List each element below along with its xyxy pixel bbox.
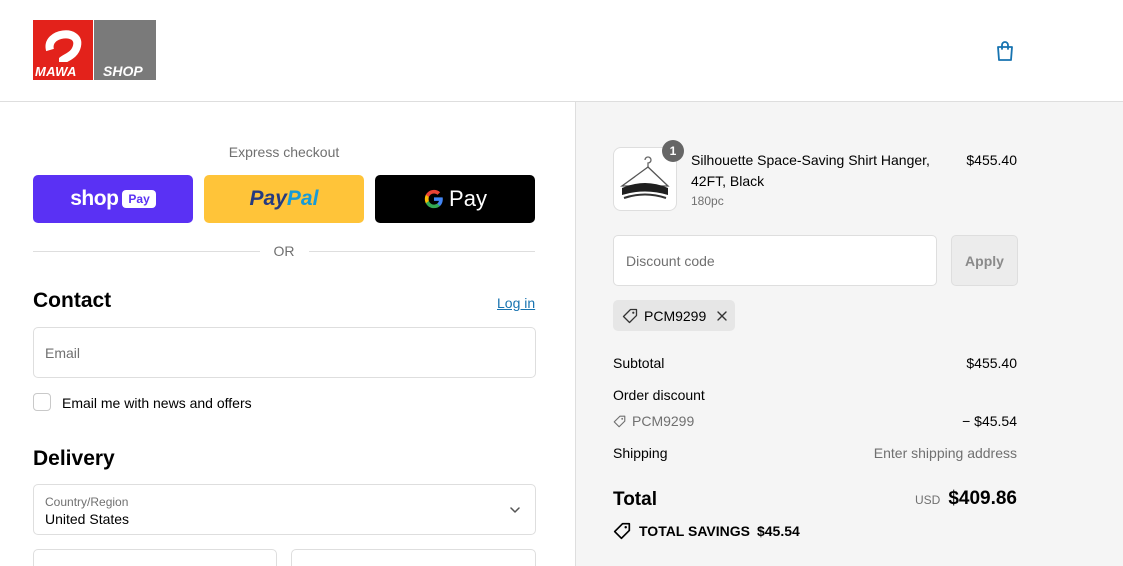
order-discount-code-row: PCM9299 [613, 413, 694, 429]
google-g-icon [424, 189, 443, 209]
apply-discount-button[interactable]: Apply [951, 235, 1018, 286]
total-label: Total [613, 489, 657, 510]
shopping-bag-icon[interactable] [993, 39, 1017, 63]
applied-discount-code: PCM9299 [644, 307, 707, 324]
first-name-field[interactable] [33, 549, 277, 566]
header: MAWA SHOP [0, 0, 1123, 102]
paypal-wordmark-pay: Pay [249, 187, 287, 210]
tag-icon [613, 522, 631, 540]
tag-icon [622, 308, 638, 323]
last-name-field[interactable] [291, 549, 536, 566]
paypal-wordmark-pal: Pal [286, 187, 319, 210]
email-placeholder: Email [45, 345, 81, 361]
order-discount-label: Order discount [613, 387, 705, 403]
shop-pay-wordmark: shop [70, 187, 119, 210]
discount-code-input[interactable]: Discount code [613, 235, 937, 286]
country-select[interactable]: Country/Region United States [33, 484, 536, 535]
country-value: United States [45, 511, 130, 527]
mawa-shop-logo[interactable]: MAWA SHOP [33, 20, 156, 80]
logo-text-mawa: MAWA [35, 64, 77, 79]
logo-text-shop: SHOP [103, 63, 143, 79]
product-variant: 180pc [691, 194, 724, 208]
order-summary: 1 Silhouette Space-Saving Shirt Hanger, … [575, 102, 1123, 566]
shop-pay-button[interactable]: shop Pay [33, 175, 193, 223]
close-icon[interactable] [716, 310, 728, 322]
checkout-form: Express checkout shop Pay PayPal Pay OR … [0, 102, 575, 566]
paypal-button[interactable]: PayPal [204, 175, 364, 223]
google-pay-button[interactable]: Pay [375, 175, 535, 223]
contact-title: Contact [33, 289, 112, 312]
divider-line [308, 250, 535, 252]
country-label: Country/Region [45, 495, 129, 509]
product-name: Silhouette Space-Saving Shirt Hanger, 42… [691, 152, 930, 189]
subtotal-value: $455.40 [966, 355, 1017, 371]
google-pay-wordmark: Pay [449, 186, 487, 211]
login-link[interactable]: Log in [497, 295, 535, 311]
savings-amount: $45.54 [756, 523, 800, 539]
order-discount-value: − $45.54 [962, 413, 1017, 429]
discount-placeholder: Discount code [626, 253, 715, 269]
logo-mark: MAWA [33, 20, 93, 80]
shipping-label: Shipping [613, 445, 668, 461]
subtotal-label: Subtotal [613, 355, 665, 371]
or-divider: OR [33, 242, 535, 260]
total-amount: $409.86 [948, 488, 1017, 509]
delivery-title: Delivery [33, 447, 115, 470]
newsletter-label: Email me with news and offers [62, 395, 252, 411]
quantity-badge: 1 [662, 140, 684, 162]
total-savings: TOTAL SAVINGS $45.54 [613, 522, 800, 540]
order-discount-code: PCM9299 [632, 413, 695, 429]
total-value-group: USD $409.86 [915, 488, 1017, 510]
divider-line [33, 250, 260, 252]
shop-pay-pill: Pay [122, 190, 156, 208]
logo-shop-block: SHOP [94, 20, 156, 80]
paypal-wordmark: PayPal [250, 187, 319, 211]
email-field[interactable]: Email [33, 327, 536, 378]
or-text: OR [273, 243, 295, 259]
tag-icon [613, 415, 626, 427]
savings-label: TOTAL SAVINGS [639, 523, 750, 539]
shipping-value: Enter shipping address [873, 445, 1017, 461]
chevron-down-icon [510, 507, 520, 513]
applied-discount-chip: PCM9299 [613, 300, 735, 331]
product-price: $455.40 [966, 152, 1017, 168]
total-currency: USD [914, 493, 941, 507]
express-checkout-label: Express checkout [228, 144, 340, 160]
newsletter-checkbox[interactable] [33, 393, 51, 411]
